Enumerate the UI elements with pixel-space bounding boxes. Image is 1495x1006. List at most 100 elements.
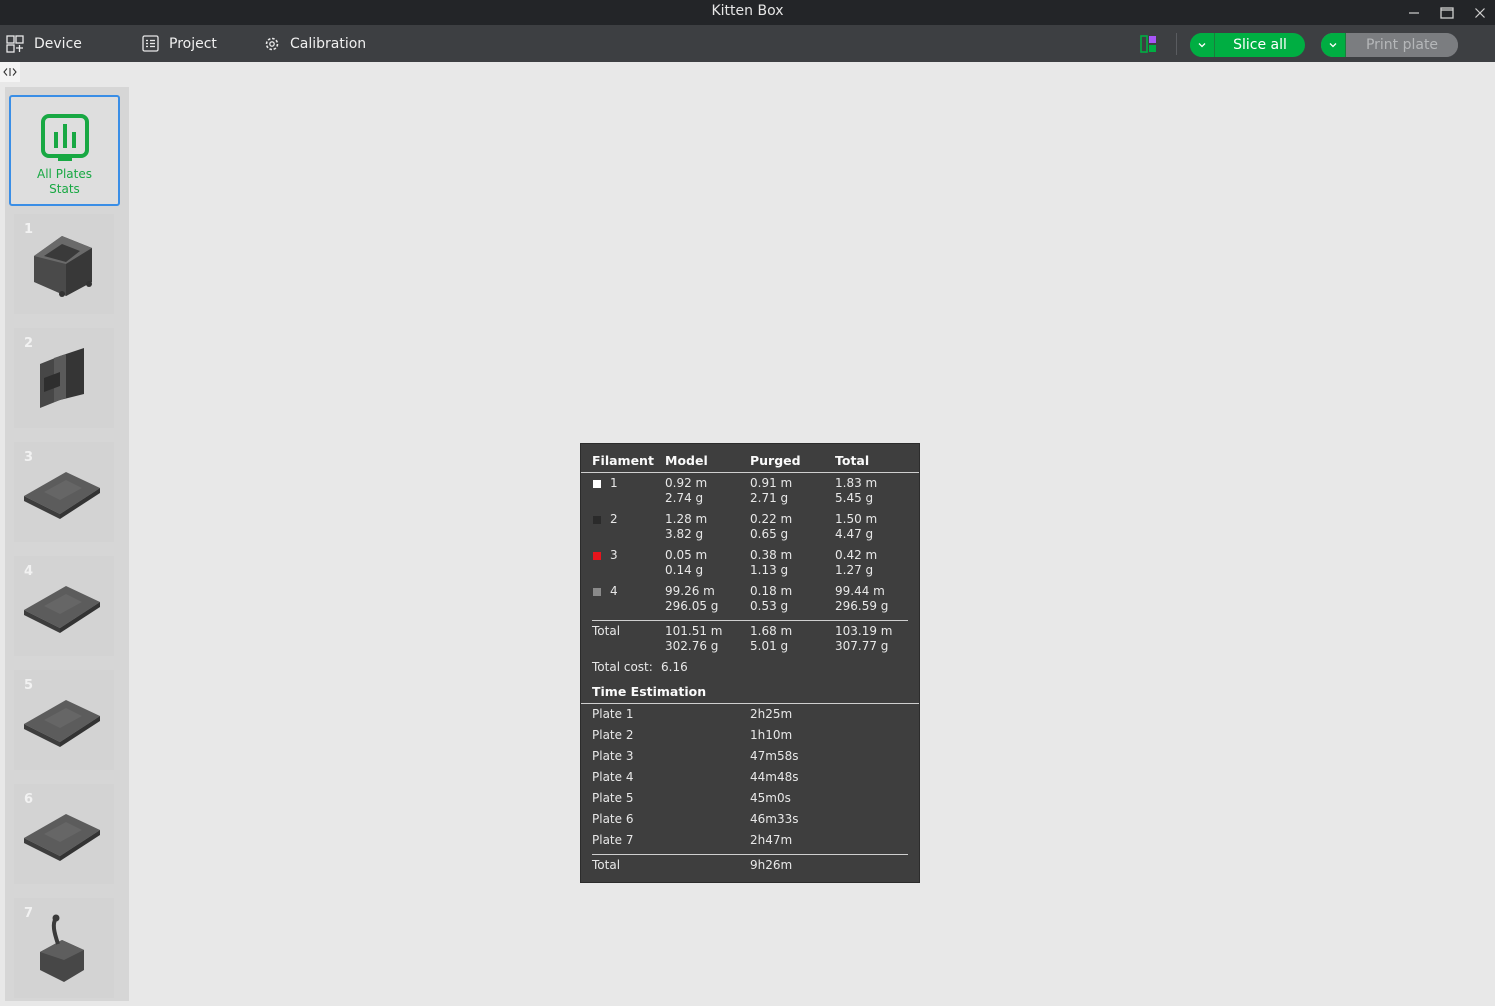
model-weight: 302.76 g xyxy=(665,639,719,653)
purged-weight: 2.71 g xyxy=(750,491,789,505)
plate-preview-image xyxy=(40,914,84,982)
title-bar: Kitten Box xyxy=(0,0,1495,25)
plate-preview-image xyxy=(24,472,100,519)
model-length: 101.51 m xyxy=(665,624,723,638)
plate-time-label: Plate 3 xyxy=(592,749,634,763)
plate-preview-image xyxy=(34,236,92,297)
total-label: Total xyxy=(592,624,621,638)
collapse-arrows-icon xyxy=(3,68,17,76)
plate-thumbnail-5[interactable]: 5 xyxy=(14,670,114,770)
model-weight: 296.05 g xyxy=(665,599,719,613)
device-label: Device xyxy=(34,35,82,52)
model-weight: 2.74 g xyxy=(665,491,704,505)
print-plate-label: Print plate xyxy=(1346,33,1458,57)
maximize-button[interactable] xyxy=(1431,0,1463,25)
total-length: 1.50 m xyxy=(835,512,878,526)
total-cost-label: Total cost: xyxy=(592,660,653,674)
layout-toggle-button[interactable] xyxy=(1139,34,1159,54)
calibration-icon xyxy=(265,37,279,50)
slice-all-button[interactable]: Slice all xyxy=(1190,33,1305,57)
slice-dropdown-button[interactable] xyxy=(1190,33,1215,57)
total-length: 0.42 m xyxy=(835,548,878,562)
model-length: 99.26 m xyxy=(665,584,715,598)
time-estimation-header: Time Estimation xyxy=(592,684,707,699)
plate-time-label: Plate 5 xyxy=(592,791,634,805)
total-length: 1.83 m xyxy=(835,476,878,490)
plate-time-label: Plate 1 xyxy=(592,707,634,721)
col-header-total: Total xyxy=(835,453,870,468)
plate-time-label: Plate 7 xyxy=(592,833,634,847)
toolbar-separator xyxy=(1176,33,1177,55)
model-length: 0.92 m xyxy=(665,476,708,490)
col-header-model: Model xyxy=(665,453,708,468)
filament-id: 4 xyxy=(610,584,618,598)
plate-preview-image xyxy=(24,814,100,861)
print-dropdown-button[interactable] xyxy=(1321,33,1346,57)
time-total-divider xyxy=(592,854,908,855)
minimize-button[interactable] xyxy=(1398,0,1430,25)
project-icon xyxy=(142,35,159,52)
plate-thumbnail-2[interactable]: 2 xyxy=(14,328,114,428)
total-weight: 307.77 g xyxy=(835,639,889,653)
close-button[interactable] xyxy=(1464,0,1495,25)
filament-id: 2 xyxy=(610,512,618,526)
purged-weight: 0.65 g xyxy=(750,527,789,541)
window-title: Kitten Box xyxy=(711,3,784,19)
plate-time-value: 47m58s xyxy=(750,749,799,763)
time-total-label: Total xyxy=(592,858,621,872)
layout-icon xyxy=(1140,35,1156,53)
plate-time-value: 2h47m xyxy=(750,833,793,847)
model-weight: 3.82 g xyxy=(665,527,704,541)
purged-weight: 5.01 g xyxy=(750,639,789,653)
plate-preview-image xyxy=(40,348,84,408)
slice-all-label: Slice all xyxy=(1233,37,1287,53)
filament-color-swatch xyxy=(593,516,601,524)
total-weight: 296.59 g xyxy=(835,599,889,613)
plate-preview-image xyxy=(24,586,100,633)
purged-weight: 0.53 g xyxy=(750,599,789,613)
plate-time-value: 44m48s xyxy=(750,770,799,784)
model-length: 0.05 m xyxy=(665,548,708,562)
model-weight: 0.14 g xyxy=(665,563,704,577)
filament-color-swatch xyxy=(593,480,601,488)
stats-card-label: All Plates Stats xyxy=(37,167,92,197)
maximize-icon xyxy=(1440,6,1454,19)
purged-length: 0.18 m xyxy=(750,584,793,598)
calibration-tab[interactable]: Calibration xyxy=(264,25,366,62)
purged-length: 0.22 m xyxy=(750,512,793,526)
filament-color-swatch xyxy=(593,588,601,596)
device-tab[interactable]: Device xyxy=(6,25,82,62)
all-plates-stats-panel: Filament Model Purged Total 1 0.92 m 2.7… xyxy=(580,443,920,883)
time-total-value: 9h26m xyxy=(750,858,793,872)
plate-thumbnail-4[interactable]: 4 xyxy=(14,556,114,656)
total-weight: 4.47 g xyxy=(835,527,874,541)
project-label: Project xyxy=(169,35,217,52)
plate-time-value: 1h10m xyxy=(750,728,793,742)
project-tab[interactable]: Project xyxy=(142,25,217,62)
purged-length: 1.68 m xyxy=(750,624,793,638)
calibration-label: Calibration xyxy=(290,35,367,52)
purged-length: 0.38 m xyxy=(750,548,793,562)
filament-id: 3 xyxy=(610,548,618,562)
chevron-down-icon xyxy=(1198,43,1206,48)
main-toolbar: Device Project Calibration Slice all Pri… xyxy=(0,25,1495,62)
plate-thumbnail-1[interactable]: 1 xyxy=(14,214,114,314)
plate-thumbnail-7[interactable]: 7 xyxy=(14,898,114,998)
filament-id: 1 xyxy=(610,476,618,490)
model-length: 1.28 m xyxy=(665,512,708,526)
sidebar-collapse-button[interactable] xyxy=(0,62,20,82)
total-weight: 5.45 g xyxy=(835,491,874,505)
print-plate-button[interactable]: Print plate xyxy=(1321,33,1458,57)
stats-chart-icon xyxy=(40,114,89,161)
all-plates-stats-button[interactable]: All Plates Stats xyxy=(9,95,120,206)
plate-thumbnail-3[interactable]: 3 xyxy=(14,442,114,542)
stats-label-line2: Stats xyxy=(49,182,80,196)
total-cost-value: 6.16 xyxy=(661,660,688,674)
col-header-purged: Purged xyxy=(750,453,801,468)
filament-color-swatch xyxy=(593,552,601,560)
plate-time-label: Plate 6 xyxy=(592,812,634,826)
filament-total-divider xyxy=(592,620,908,621)
total-length: 103.19 m xyxy=(835,624,893,638)
minimize-icon xyxy=(1409,11,1419,14)
plate-thumbnail-6[interactable]: 6 xyxy=(14,784,114,884)
